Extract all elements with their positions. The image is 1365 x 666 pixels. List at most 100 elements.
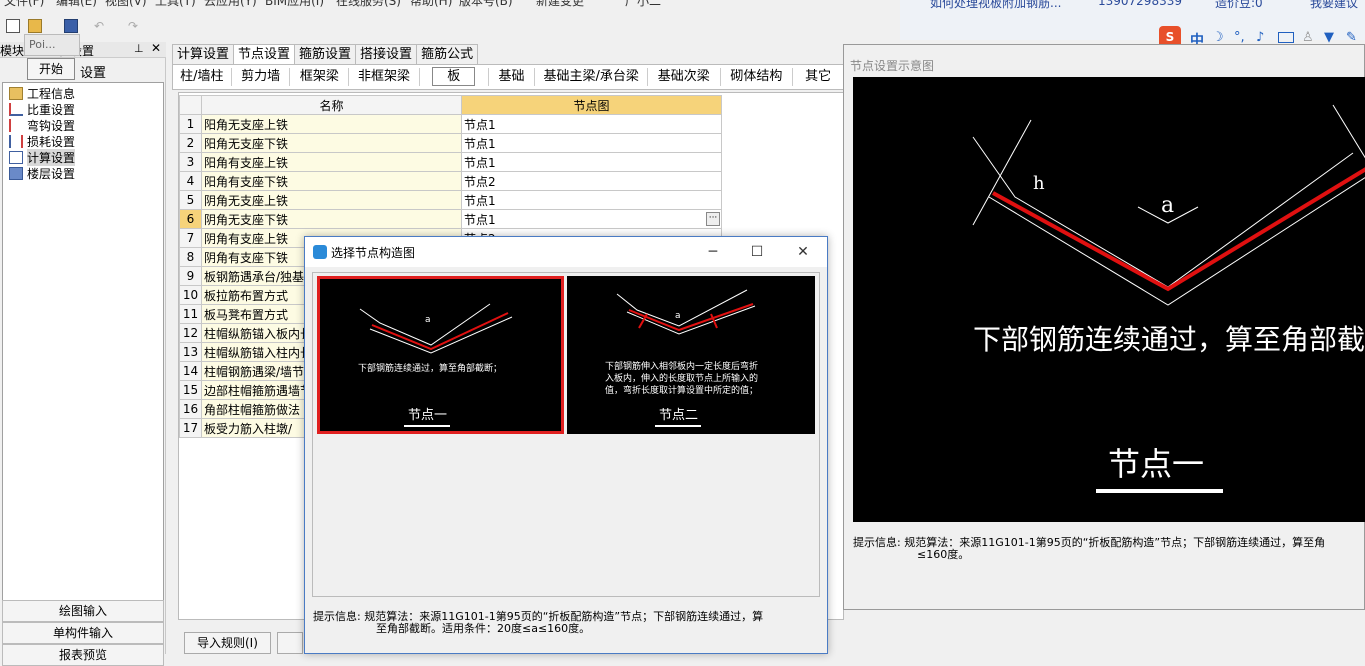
phone-number: 13907298339 [1098, 0, 1182, 8]
nav-report-preview[interactable]: 报表预览 [2, 644, 164, 666]
pin-icon[interactable]: ⊥ [134, 42, 144, 55]
export-rules-button[interactable] [276, 632, 303, 654]
thickness-label: h [1033, 173, 1045, 194]
option-2-name: 节点二 [659, 408, 698, 423]
subtab-foundation-sub-beam[interactable]: 基础次梁 [648, 65, 720, 89]
row-number: 16 [179, 399, 202, 419]
ime-keyboard-icon[interactable] [1278, 32, 1294, 43]
ime-user-icon[interactable]: ♙ [1302, 30, 1314, 45]
new-file-icon[interactable] [6, 19, 20, 33]
menu-assistant[interactable]: 广小二 [625, 0, 661, 8]
node-diagram: a h 下部钢筋连续通过，算至角部截 节点一 [972, 104, 1365, 493]
row-node-value[interactable]: 节点1 [461, 114, 722, 134]
node-preview-image: a h 下部钢筋连续通过，算至角部截 节点一 [853, 77, 1365, 522]
undo-icon[interactable]: ↶ [94, 19, 108, 33]
node-option-1[interactable]: a 下部钢筋连续通过，算至角部截断； 节点一 [317, 276, 564, 434]
tree-item-hook[interactable]: 弯钩设置 [9, 117, 75, 133]
subtab-masonry[interactable]: 砌体结构 [721, 65, 793, 89]
menu-file[interactable]: 文件(F) [4, 0, 44, 8]
select-node-dialog: 选择节点构造图 ─ ☐ ✕ a 下部钢筋连续通过，算至角部截断； 节点一 a 下… [304, 236, 828, 654]
dialog-title: 选择节点构造图 [331, 245, 416, 260]
ime-skin-icon[interactable]: ▼ [1324, 30, 1334, 45]
subtab-other[interactable]: 其它 [793, 65, 843, 89]
tree-item-weight[interactable]: 比重设置 [9, 101, 75, 117]
import-rules-button[interactable]: 导入规则(I) [184, 632, 271, 654]
suggest-link[interactable]: 我要建议 [1310, 0, 1358, 11]
close-dialog-icon[interactable]: ✕ [793, 242, 813, 262]
row-node-value[interactable]: 节点2 [461, 171, 722, 191]
save-icon[interactable] [64, 19, 78, 33]
table-row[interactable]: 3 阳角有支座上铁 节点1 [179, 152, 722, 172]
subtab-frame-beam[interactable]: 框架梁 [290, 65, 348, 89]
subtab-column[interactable]: 柱/墙柱 [173, 65, 231, 89]
row-node-value[interactable]: 节点1 [461, 133, 722, 153]
row-name: 阳角有支座上铁 [201, 152, 462, 172]
minimize-icon[interactable]: ─ [703, 242, 723, 262]
subtab-slab[interactable]: 板 [420, 65, 488, 89]
ime-moon-icon[interactable]: ☽ [1212, 30, 1224, 45]
tree-item-project-info[interactable]: 工程信息 [9, 85, 75, 101]
nav-single-input[interactable]: 单构件输入 [2, 622, 164, 644]
option-1-caption: 下部钢筋连续通过，算至角部截断； [358, 362, 502, 374]
tab-stirrup-formula[interactable]: 箍筋公式 [416, 44, 479, 64]
row-number: 12 [179, 323, 202, 343]
row-name: 阴角无支座下铁 [201, 209, 462, 229]
ellipsis-button[interactable]: ··· [706, 212, 720, 226]
svg-text:a: a [675, 311, 681, 321]
row-node-value[interactable]: 节点1 ··· [461, 209, 722, 229]
subtab-foundation[interactable]: 基础 [489, 65, 535, 89]
table-row[interactable]: 5 阴角无支座上铁 节点1 [179, 190, 722, 210]
start-button[interactable]: 开始 [27, 58, 75, 80]
option-1-name: 节点一 [408, 408, 447, 423]
tree-item-loss[interactable]: 损耗设置 [9, 133, 75, 149]
subtab-non-frame-beam[interactable]: 非框架梁 [349, 65, 419, 89]
dialog-titlebar: 选择节点构造图 ─ ☐ ✕ [305, 237, 827, 267]
tab-lap-settings[interactable]: 搭接设置 [355, 44, 418, 64]
row-number: 7 [179, 228, 202, 248]
subtab-foundation-main-beam[interactable]: 基础主梁/承台梁 [535, 65, 647, 89]
node-option-2[interactable]: a 下部钢筋伸入相邻板内一定长度后弯折 入板内，伸入的长度取节点上所输入的 值，… [567, 276, 815, 434]
menu-cloud[interactable]: 云应用(Y) [204, 0, 257, 8]
row-number: 5 [179, 190, 202, 210]
menu-version[interactable]: 版本号(B) [459, 0, 513, 8]
menu-view[interactable]: 视图(V) [105, 0, 147, 8]
menu-new-change[interactable]: 新建变更 [536, 0, 584, 8]
preview-node-name: 节点一 [1108, 445, 1204, 483]
menu-edit[interactable]: 编辑(E) [56, 0, 97, 8]
floor-icon [9, 166, 23, 180]
menu-help[interactable]: 帮助(H) [410, 0, 452, 8]
panel-subtitle: 设置 [80, 66, 107, 81]
close-icon[interactable]: ✕ [151, 41, 161, 55]
menu-bim[interactable]: BIM应用(I) [265, 0, 324, 8]
top-right-bar: 如何处理视板附加钢筋... 13907298339 造价豆:0 我要建议 S 中… [900, 0, 1365, 49]
row-name: 阴角无支座上铁 [201, 190, 462, 210]
nav-drawing-input[interactable]: 绘图输入 [2, 600, 164, 622]
menu-online[interactable]: 在线服务(S) [336, 0, 401, 8]
tab-stirrup-settings[interactable]: 箍筋设置 [294, 44, 357, 64]
currency-balance: 造价豆:0 [1215, 0, 1263, 10]
tab-node-settings[interactable]: 节点设置 [233, 44, 296, 65]
redo-icon[interactable]: ↷ [128, 19, 142, 33]
info-icon [9, 86, 23, 100]
ime-mic-icon[interactable]: ♪ [1256, 30, 1264, 45]
subtab-shear-wall[interactable]: 剪力墙 [232, 65, 290, 89]
tab-calc-settings[interactable]: 计算设置 [172, 44, 235, 64]
row-number: 2 [179, 133, 202, 153]
table-row[interactable]: 2 阳角无支座下铁 节点1 [179, 133, 722, 153]
question-link[interactable]: 如何处理视板附加钢筋... [930, 0, 1061, 11]
maximize-icon[interactable]: ☐ [747, 242, 767, 262]
table-row[interactable]: 1 阳角无支座上铁 节点1 [179, 114, 722, 134]
row-node-value[interactable]: 节点1 [461, 190, 722, 210]
ime-punct-icon[interactable]: °, [1234, 30, 1245, 45]
node-preview-panel: 节点设置示意图 a h 下部钢筋连续通过，算至角部截 节点一 提示信息: 规范算… [843, 44, 1365, 610]
ime-wrench-icon[interactable]: ✎ [1346, 30, 1357, 45]
module-panel: 模块 程设置 ⊥ ✕ 设置 工程信息 比重设置 弯钩设置 损耗设置 计算设置 楼… [0, 41, 166, 666]
menu-tools[interactable]: 工具(T) [155, 0, 196, 8]
tree-item-calc[interactable]: 计算设置 [9, 148, 76, 166]
tree-item-floor[interactable]: 楼层设置 [9, 165, 75, 181]
row-node-value[interactable]: 节点1 [461, 152, 722, 172]
open-folder-icon[interactable] [28, 19, 42, 33]
table-row[interactable]: 6 阴角无支座下铁 节点1 ··· [179, 209, 722, 229]
app-icon [313, 245, 327, 259]
table-row[interactable]: 4 阳角有支座下铁 节点2 [179, 171, 722, 191]
